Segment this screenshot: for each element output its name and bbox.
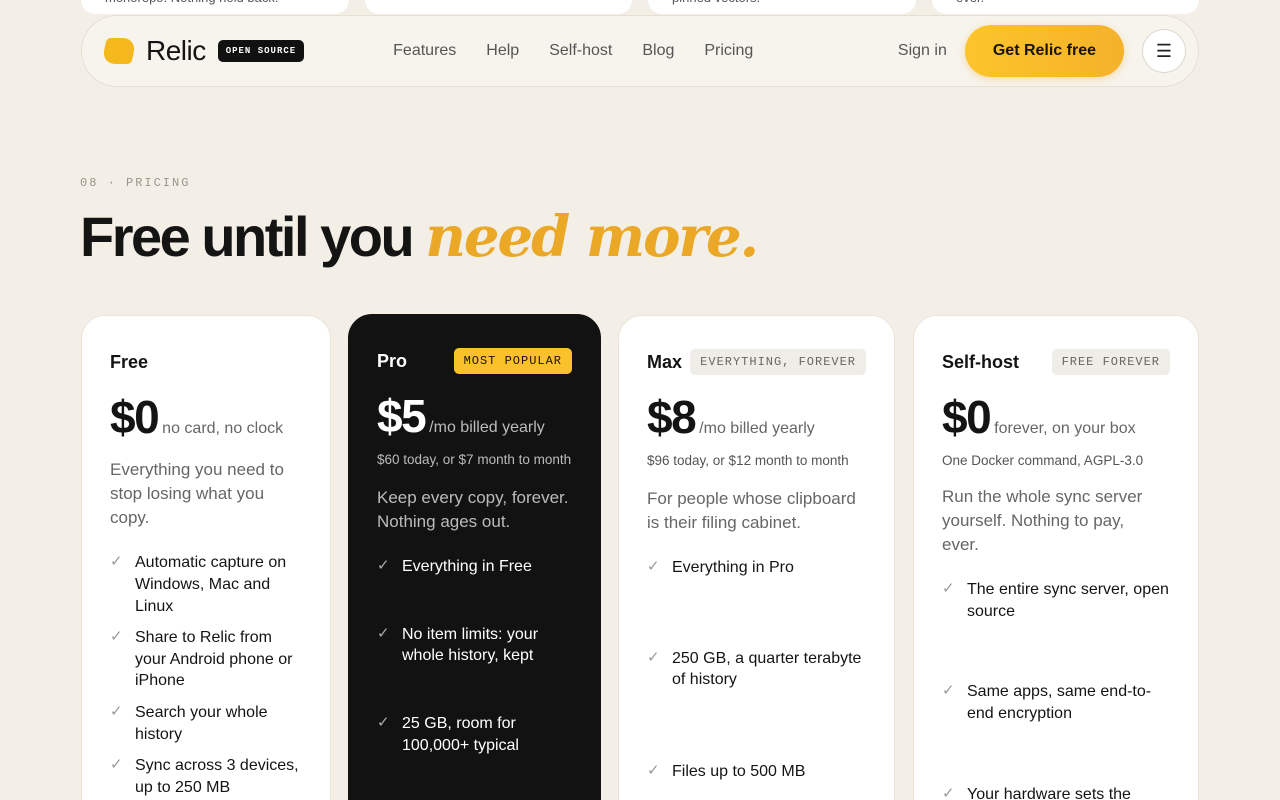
plan-name: Free [110, 351, 149, 372]
plan-description: Everything you need to stop losing what … [110, 460, 284, 528]
feature-item: ✓ Search your whole history [110, 702, 302, 745]
site-header: Relic OPEN SOURCE Features Help Self-hos… [81, 15, 1199, 87]
feature-item: ✓ No item limits: your whole history, kep… [377, 624, 572, 667]
plan-price: $0 [110, 391, 160, 443]
check-icon: ✓ [110, 756, 123, 774]
nav-actions: Sign in Get Relic free ☰ [898, 25, 1186, 77]
brand-name[interactable]: Relic [146, 35, 206, 67]
sign-in-link[interactable]: Sign in [898, 42, 947, 60]
plan-description: Run the whole sync server yourself. Noth… [942, 486, 1143, 555]
menu-button[interactable]: ☰ [1142, 29, 1186, 73]
billing-note: $96 today, or $12 month to month [647, 453, 849, 468]
feature-text: Everything in Free [402, 558, 532, 576]
peek-card-3: pinned vectors. [648, 0, 916, 14]
feature-text: Everything in Pro [672, 559, 794, 577]
most-popular-badge: MOST POPULAR [453, 348, 572, 374]
get-relic-free-button[interactable]: Get Relic free [964, 25, 1124, 77]
plan-price: $0 [942, 391, 992, 443]
feature-item: ✓ 25 GB, room for 100,000+ typical [377, 713, 572, 756]
check-icon: ✓ [110, 553, 123, 571]
feature-item: ✓ Everything in Pro [647, 557, 866, 579]
hamburger-menu-icon: ☰ [1155, 40, 1173, 61]
peek-card-2 [365, 0, 632, 14]
pricing-headline: Free until you need more. [80, 204, 759, 270]
check-icon: ✓ [110, 628, 123, 646]
plan-description: For people whose clipboard is their fili… [647, 488, 856, 533]
relic-logo-icon[interactable] [101, 38, 137, 64]
nav-link-pricing[interactable]: Pricing [704, 42, 753, 60]
plan-price: $5 [377, 390, 427, 442]
feature-text: 250 GB, a quarter terabyte of history [672, 649, 862, 689]
check-icon: ✓ [377, 624, 390, 642]
feature-list: ✓ The entire sync server, open source ✓ Sa… [942, 579, 1170, 800]
plan-card-max: Max EVERYTHING, FOREVER $8 /mo billed ye… [618, 315, 895, 800]
feature-text: 25 GB, room for 100,000+ typical [402, 714, 519, 754]
check-icon: ✓ [942, 682, 955, 700]
feature-item: ✓ The entire sync server, open source [942, 579, 1170, 622]
feature-item: ✓ Sync across 3 devices, up to 250 MB [110, 755, 302, 798]
plan-card-free: Free $0 no card, no clock Everything you… [81, 315, 331, 800]
plan-name: Pro [377, 350, 408, 371]
billing-note: One Docker command, AGPL-3.0 [942, 453, 1144, 468]
check-icon: ✓ [942, 580, 955, 598]
feature-text: Your hardware sets the [967, 785, 1131, 800]
plan-description: Keep every copy, forever. Nothing ages o… [377, 487, 569, 532]
price-note: no card, no clock [162, 420, 284, 437]
nav-link-self-host[interactable]: Self-host [549, 42, 612, 60]
feature-item: ✓ Your hardware sets the [942, 784, 1170, 800]
feature-text: Share to Relic from your Android phone o… [135, 629, 293, 690]
feature-text: Same apps, same end-to-end encryption [967, 683, 1152, 723]
main-nav: Features Help Self-host Blog Pricing [393, 42, 783, 60]
section-eyebrow: 08 · PRICING [80, 176, 191, 190]
price-note: /mo billed yearly [699, 420, 815, 437]
feature-text: Files up to 500 MB [672, 762, 806, 780]
plan-name: Max [647, 351, 683, 372]
nav-link-blog[interactable]: Blog [642, 42, 674, 60]
plan-name: Self-host [942, 351, 1020, 372]
price-note: /mo billed yearly [429, 419, 545, 436]
peek-card-4: ever. [932, 0, 1199, 14]
check-icon: ✓ [647, 558, 660, 576]
feature-item: ✓ 250 GB, a quarter terabyte of history [647, 648, 866, 691]
check-icon: ✓ [377, 713, 390, 731]
plan-tag: EVERYTHING, FOREVER [690, 349, 866, 375]
open-source-badge: OPEN SOURCE [217, 40, 305, 62]
check-icon: ✓ [647, 761, 660, 779]
feature-text: The entire sync server, open source [967, 581, 1169, 620]
nav-link-features[interactable]: Features [393, 42, 456, 60]
feature-list: ✓ Everything in Free ✓ No item limits: you… [377, 556, 572, 756]
check-icon: ✓ [647, 648, 660, 666]
price-note: forever, on your box [994, 420, 1136, 437]
plan-card-self-host: Self-host FREE FOREVER $0 forever, on yo… [913, 315, 1199, 800]
headline-accent: need more. [425, 204, 759, 270]
feature-list: ✓ Automatic capture on Windows, Mac and L… [110, 552, 302, 798]
feature-text: Sync across 3 devices, up to 250 MB [135, 757, 299, 796]
plan-price: $8 [647, 391, 697, 443]
check-icon: ✓ [110, 702, 123, 720]
feature-item: ✓ Everything in Free [377, 556, 572, 578]
feature-item: ✓ Automatic capture on Windows, Mac and L… [110, 552, 302, 617]
plan-tag: FREE FOREVER [1051, 349, 1170, 375]
check-icon: ✓ [377, 557, 390, 575]
check-icon: ✓ [942, 784, 955, 800]
feature-list: ✓ Everything in Pro ✓ 250 GB, a quarter te… [647, 557, 866, 782]
plan-card-pro: Pro MOST POPULAR $5 /mo billed yearly $6… [348, 314, 601, 800]
feature-item: ✓ Files up to 500 MB [647, 761, 866, 783]
billing-note: $60 today, or $7 month to month [377, 452, 572, 467]
feature-text: Search your whole history [135, 703, 268, 743]
nav-link-help[interactable]: Help [486, 42, 519, 60]
feature-text: Automatic capture on Windows, Mac and Li… [135, 554, 287, 615]
feature-item: ✓ Share to Relic from your Android phone … [110, 627, 302, 692]
feature-item: ✓ Same apps, same end-to-end encryption [942, 681, 1170, 724]
peek-card-1: monorepo. Nothing held back. [81, 0, 349, 14]
headline-plain: Free until you [80, 205, 426, 268]
feature-text: No item limits: your whole history, kept [402, 625, 539, 665]
